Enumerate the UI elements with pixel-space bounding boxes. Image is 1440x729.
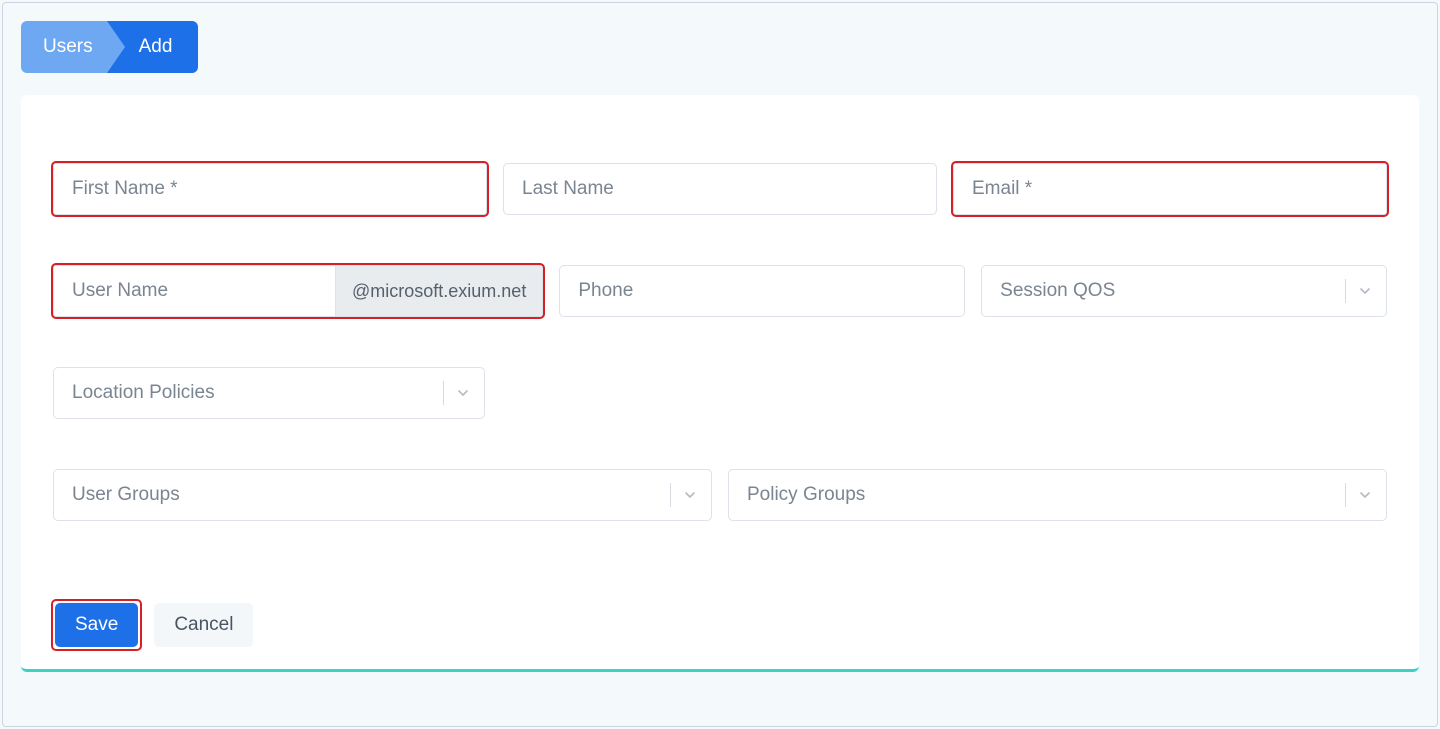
user-name-field[interactable]	[54, 266, 335, 316]
select-separator	[443, 381, 444, 405]
policy-groups-indicator	[1345, 483, 1374, 507]
select-separator	[670, 483, 671, 507]
chevron-down-icon	[1356, 486, 1374, 504]
cancel-button-wrap: Cancel	[152, 601, 255, 649]
session-qos-indicator	[1345, 279, 1374, 303]
select-separator	[1345, 483, 1346, 507]
user-name-domain-suffix: @microsoft.exium.net	[335, 266, 542, 316]
first-name-field-wrap	[53, 163, 487, 215]
save-button-wrap: Save	[53, 601, 140, 649]
session-qos-select[interactable]: Session QOS	[981, 265, 1387, 317]
session-qos-field-wrap: Session QOS	[981, 265, 1387, 317]
user-groups-field-wrap: User Groups	[53, 469, 712, 521]
chevron-down-icon	[681, 486, 699, 504]
form-card: @microsoft.exium.net Session QOS	[21, 95, 1419, 672]
last-name-field-wrap	[503, 163, 937, 215]
form-row-2: @microsoft.exium.net Session QOS	[53, 265, 1387, 317]
policy-groups-field-wrap: Policy Groups	[728, 469, 1387, 521]
user-groups-placeholder: User Groups	[72, 484, 180, 506]
user-groups-indicator	[670, 483, 699, 507]
email-field[interactable]	[953, 163, 1387, 215]
user-name-input-group: @microsoft.exium.net	[53, 265, 543, 317]
form-row-3: Location Policies	[53, 367, 1387, 419]
location-policies-indicator	[443, 381, 472, 405]
location-policies-placeholder: Location Policies	[72, 382, 215, 404]
save-button[interactable]: Save	[55, 603, 138, 647]
session-qos-placeholder: Session QOS	[1000, 280, 1115, 302]
email-field-wrap	[953, 163, 1387, 215]
first-name-field[interactable]	[53, 163, 487, 215]
chevron-down-icon	[1356, 282, 1374, 300]
form-row-1	[53, 163, 1387, 215]
phone-field-wrap	[559, 265, 965, 317]
user-name-field-wrap: @microsoft.exium.net	[53, 265, 543, 317]
location-policies-select[interactable]: Location Policies	[53, 367, 485, 419]
form-row-4: User Groups Policy Groups	[53, 469, 1387, 521]
breadcrumb: Users Add	[21, 21, 1419, 73]
breadcrumb-users-label: Users	[43, 36, 93, 58]
breadcrumb-add-label: Add	[139, 36, 173, 58]
chevron-down-icon	[454, 384, 472, 402]
cancel-button[interactable]: Cancel	[154, 603, 253, 647]
policy-groups-select[interactable]: Policy Groups	[728, 469, 1387, 521]
breadcrumb-users[interactable]: Users	[21, 21, 107, 73]
policy-groups-placeholder: Policy Groups	[747, 484, 865, 506]
page-container: Users Add @microsoft.exium.net	[2, 2, 1438, 727]
form-actions: Save Cancel	[53, 601, 1417, 649]
user-groups-select[interactable]: User Groups	[53, 469, 712, 521]
last-name-field[interactable]	[503, 163, 937, 215]
location-policies-field-wrap: Location Policies	[53, 367, 485, 419]
select-separator	[1345, 279, 1346, 303]
phone-field[interactable]	[559, 265, 965, 317]
